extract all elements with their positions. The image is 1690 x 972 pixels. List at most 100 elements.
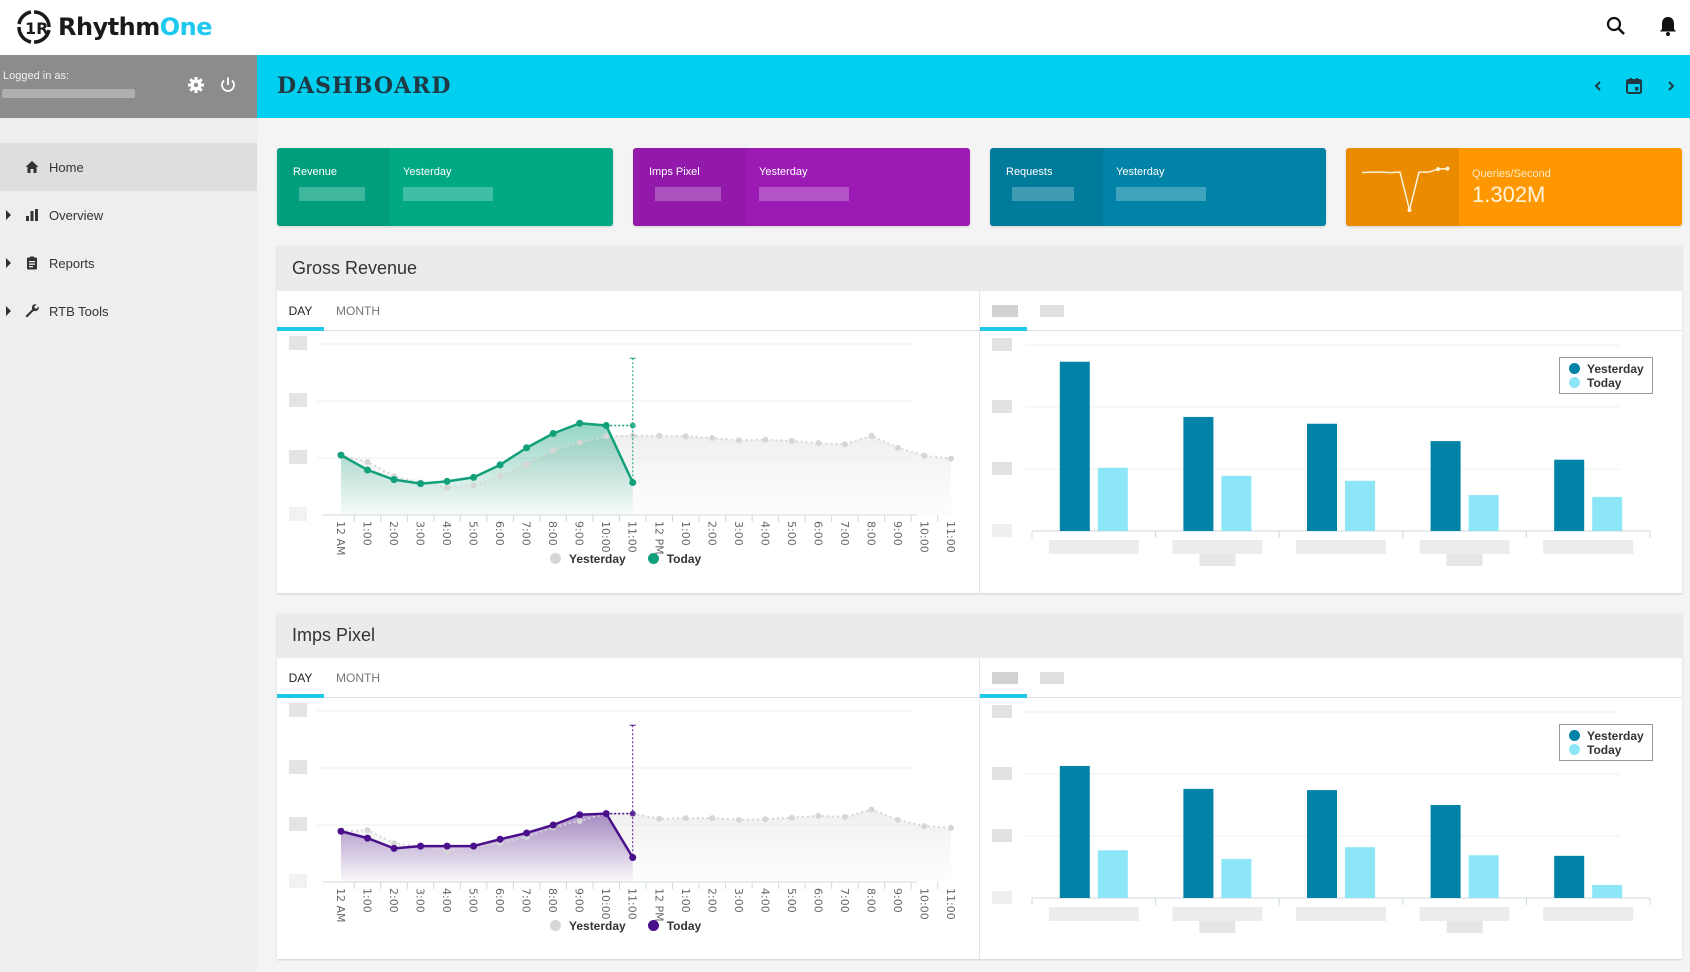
x-tick-label: 1:00 (361, 888, 374, 913)
yesterday-point (948, 824, 954, 831)
yesterday-point (868, 806, 875, 813)
legend-today[interactable]: Today (647, 919, 701, 933)
today-point (364, 834, 372, 842)
bell-icon[interactable] (1654, 12, 1682, 40)
x-tick-label: 10:00 (599, 521, 612, 553)
yesterday-point (762, 436, 769, 443)
x-tick-label: 1:00 (679, 888, 692, 913)
yesterday-point (788, 814, 795, 821)
yesterday-point (550, 447, 557, 454)
rhythmone-logo-icon: 1R (17, 10, 51, 44)
breakdown-tab-2[interactable] (1038, 291, 1068, 331)
bar-yesterday (1183, 416, 1214, 531)
bar-yesterday (1430, 805, 1461, 898)
card-value-redacted (655, 187, 721, 201)
tab-month[interactable]: MONTH (333, 658, 383, 698)
yesterday-point (815, 440, 822, 447)
x-tick-label: 9:00 (573, 521, 586, 546)
x-tick-label: 3:00 (414, 888, 427, 913)
bar-today (1468, 855, 1499, 898)
bar-yesterday (1183, 788, 1214, 898)
breakdown-tab-1[interactable] (980, 291, 1027, 331)
yesterday-point (894, 816, 901, 823)
sidebar-item-overview[interactable]: Overview (0, 191, 257, 239)
x-tick-label: 12 PM (652, 521, 665, 555)
tab-day[interactable]: DAY (277, 658, 324, 698)
gear-icon[interactable] (186, 75, 206, 95)
legend-yesterday[interactable]: Yesterday (550, 919, 626, 933)
yesterday-point (709, 435, 716, 442)
card-value-redacted (1012, 187, 1074, 201)
sidebar-item-reports[interactable]: Reports (0, 239, 257, 287)
caret-right-icon (6, 306, 11, 316)
yesterday-point (682, 815, 689, 822)
yesterday-point (948, 455, 954, 462)
power-icon[interactable] (218, 75, 238, 95)
home-icon (25, 161, 39, 173)
today-point (337, 827, 345, 835)
requests-card[interactable]: Requests Yesterday (990, 148, 1326, 226)
today-point (496, 461, 504, 469)
sidebar-item-home[interactable]: Home (0, 143, 257, 191)
x-tick-label: 2:00 (705, 521, 718, 546)
tab-month[interactable]: MONTH (333, 291, 383, 331)
bar-yesterday (1430, 441, 1461, 531)
bar-today (1345, 480, 1375, 531)
tooltip-point (629, 422, 636, 429)
logo[interactable]: 1R RhythmOne (16, 6, 213, 48)
y-tick-label-redacted (992, 400, 1012, 413)
breakdown-tab-1[interactable] (980, 658, 1027, 698)
card-value: 1.302M (1472, 182, 1546, 207)
legend-yesterday[interactable]: Yesterday (550, 552, 626, 566)
x-tick-label: 6:00 (811, 521, 824, 546)
previous-date-button[interactable] (1587, 75, 1609, 97)
x-tick-label-redacted (1419, 907, 1510, 921)
today-point (390, 476, 398, 484)
today-point (496, 835, 504, 843)
y-tick-label-redacted (992, 524, 1012, 537)
sidebar-item-rtb-tools[interactable]: RTB Tools (0, 287, 257, 335)
page-title: DASHBOARD (277, 73, 452, 99)
queries-per-second-card[interactable]: Queries/Second 1.302M (1346, 148, 1682, 226)
x-tick-label: 8:00 (864, 521, 877, 546)
revenue-card[interactable]: Revenue Yesterday (277, 148, 613, 226)
imps-pixel-card[interactable]: Imps Pixel Yesterday (633, 148, 970, 226)
yesterday-point (841, 441, 848, 448)
x-tick-label: 5:00 (467, 521, 480, 546)
breakdown-tab-2[interactable] (1038, 658, 1068, 698)
bar-today (1097, 467, 1128, 531)
x-tick-label-redacted (1199, 921, 1236, 933)
svg-text:1R: 1R (25, 19, 48, 38)
x-tick-label-redacted (1446, 554, 1483, 566)
bar-today (1468, 495, 1499, 531)
bar-legend: Yesterday Today (1559, 357, 1653, 394)
card-label: Imps Pixel (649, 166, 700, 178)
next-date-button[interactable] (1660, 75, 1682, 97)
x-tick-label: 5:00 (785, 888, 798, 913)
yesterday-point (576, 439, 583, 446)
bar-today (1345, 847, 1375, 898)
today-point (364, 466, 372, 474)
wrench-icon (25, 304, 39, 318)
search-icon[interactable] (1602, 12, 1630, 40)
sidebar-item-label: Reports (49, 255, 95, 271)
y-tick-label-redacted (992, 829, 1012, 842)
x-tick-label-redacted (1446, 921, 1483, 933)
y-tick-label-redacted (289, 507, 307, 521)
x-tick-label: 10:00 (599, 888, 612, 920)
bar-yesterday (1307, 790, 1337, 898)
chevron-right-icon (1668, 81, 1675, 91)
x-tick-label-redacted (1296, 540, 1386, 554)
legend-today: Today (1569, 743, 1644, 757)
y-tick-label-redacted (992, 767, 1012, 780)
bar-yesterday (1307, 423, 1337, 531)
yesterday-point (576, 818, 583, 825)
today-point (523, 829, 531, 837)
y-tick-label-redacted (992, 462, 1012, 475)
top-bar: 1R RhythmOne (0, 0, 1690, 55)
calendar-button[interactable] (1623, 75, 1645, 97)
tab-day[interactable]: DAY (277, 291, 324, 331)
legend-today[interactable]: Today (647, 552, 701, 566)
yesterday-point (656, 815, 663, 822)
yesterday-point (921, 452, 928, 459)
